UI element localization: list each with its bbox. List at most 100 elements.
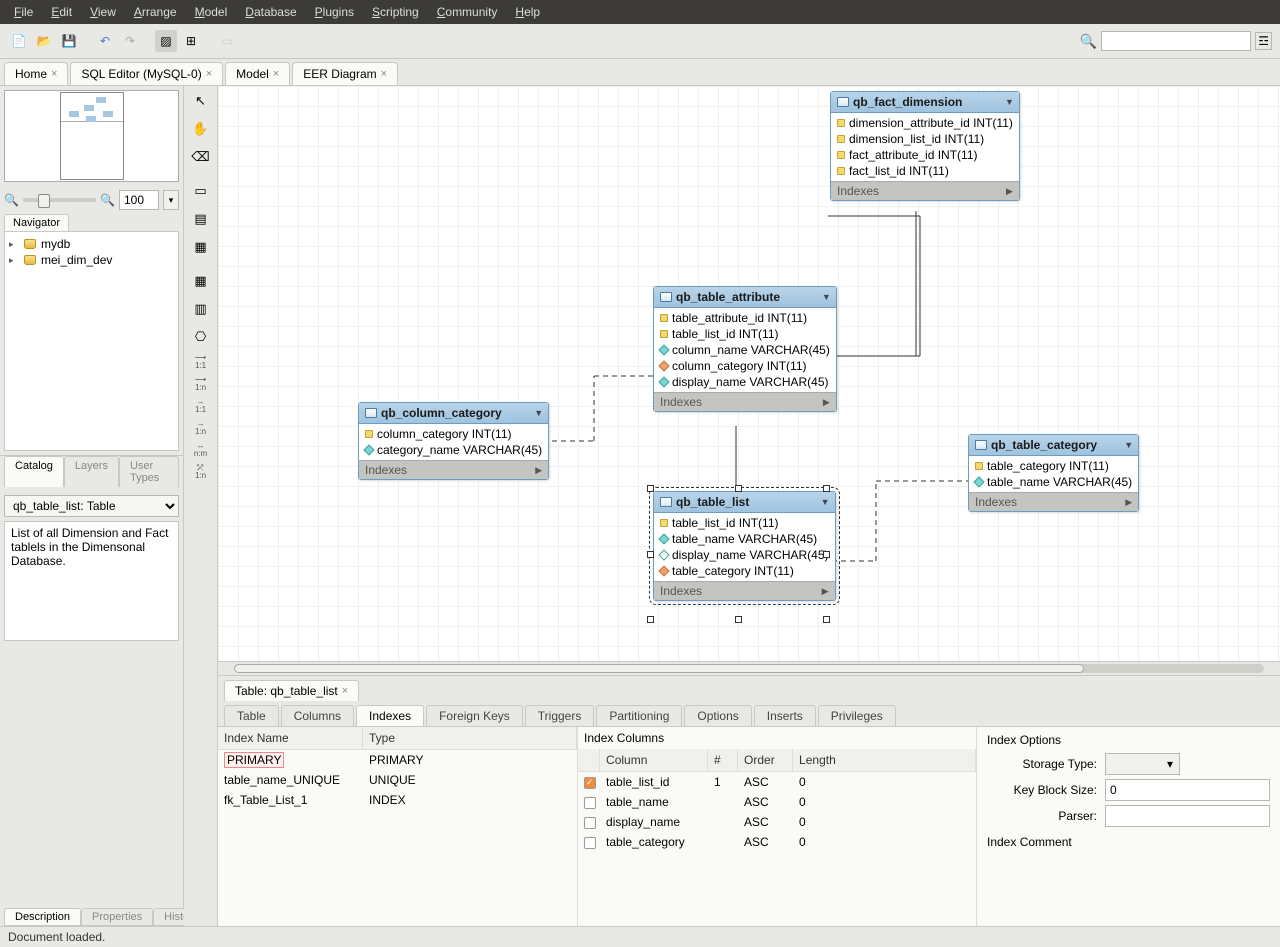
indexes-section[interactable]: Indexes▶ (359, 460, 548, 479)
entity-header[interactable]: qb_fact_dimension▼ (831, 92, 1019, 113)
redo-icon[interactable]: ↷ (119, 30, 141, 52)
index-column-row[interactable]: table_list_id1ASC0 (578, 772, 976, 792)
entity-table_attribute[interactable]: qb_table_attribute▼table_attribute_id IN… (653, 286, 837, 412)
entity-column_category[interactable]: qb_column_category▼ column_category INT(1… (358, 402, 549, 480)
entity-header[interactable]: qb_table_attribute▼ (654, 287, 836, 308)
editor-subtab[interactable]: Table (224, 705, 279, 726)
close-icon[interactable]: × (273, 68, 279, 80)
zoom-input[interactable] (119, 190, 159, 210)
menu-community[interactable]: Community (429, 2, 506, 22)
column-row[interactable]: table_list_id INT(11) (654, 326, 836, 342)
tree-item[interactable]: ▸mydb (9, 236, 174, 252)
indexes-section[interactable]: Indexes▶ (831, 181, 1019, 200)
entity-header[interactable]: qb_table_category▼ (969, 435, 1138, 456)
editor-subtab[interactable]: Foreign Keys (426, 705, 523, 726)
editor-subtab[interactable]: Inserts (754, 705, 816, 726)
rel-1-n-id-tool[interactable]: →1:n (187, 420, 215, 436)
zoom-slider[interactable] (23, 198, 96, 202)
rel-n-m-tool[interactable]: ↔n:m (187, 442, 215, 458)
search-icon[interactable]: 🔍 (1080, 33, 1097, 50)
index-column-row[interactable]: display_nameASC0 (578, 812, 976, 832)
tree-item[interactable]: ▸mei_dim_dev (9, 252, 174, 268)
key-block-size-input[interactable] (1105, 779, 1270, 801)
doc-tab[interactable]: Model × (225, 62, 290, 85)
menu-file[interactable]: File (6, 2, 41, 22)
checkbox[interactable] (584, 777, 596, 789)
column-row[interactable]: column_category INT(11) (359, 426, 548, 442)
image-tool[interactable]: ▦ (190, 236, 212, 258)
menu-database[interactable]: Database (237, 2, 304, 22)
column-row[interactable]: dimension_attribute_id INT(11) (831, 115, 1019, 131)
table-tool[interactable]: ▦ (190, 270, 212, 292)
entity-table_list[interactable]: qb_table_list▼table_list_id INT(11)table… (653, 491, 836, 601)
column-row[interactable]: display_name VARCHAR(45) (654, 547, 835, 563)
new-file-icon[interactable]: 📄 (8, 30, 30, 52)
editor-subtab[interactable]: Triggers (525, 705, 595, 726)
doc-tab[interactable]: EER Diagram × (292, 62, 398, 85)
entity-fact_dimension[interactable]: qb_fact_dimension▼ dimension_attribute_id… (830, 91, 1020, 201)
index-row[interactable]: fk_Table_List_1INDEX (218, 790, 577, 810)
checkbox[interactable] (584, 797, 596, 809)
layer-tool[interactable]: ▭ (190, 180, 212, 202)
editor-subtab[interactable]: Options (684, 705, 751, 726)
canvas-horizontal-scrollbar[interactable] (218, 661, 1280, 675)
column-row[interactable]: column_category INT(11) (654, 358, 836, 374)
panel-tab[interactable]: Properties (81, 908, 153, 926)
editor-subtab[interactable]: Indexes (356, 705, 424, 726)
hand-tool[interactable]: ✋ (190, 118, 212, 140)
zoom-dropdown[interactable]: ▾ (163, 190, 179, 210)
save-icon[interactable]: 💾 (58, 30, 80, 52)
close-icon[interactable]: × (51, 68, 57, 80)
indexes-section[interactable]: Indexes▶ (969, 492, 1138, 511)
entity-header[interactable]: qb_table_list▼ (654, 492, 835, 513)
pointer-tool[interactable]: ↖ (190, 90, 212, 112)
column-row[interactable]: table_category INT(11) (969, 458, 1138, 474)
close-icon[interactable]: × (342, 685, 348, 697)
align-icon[interactable]: ⊞ (180, 30, 202, 52)
open-file-icon[interactable]: 📂 (33, 30, 55, 52)
index-column-row[interactable]: table_nameASC0 (578, 792, 976, 812)
column-row[interactable]: column_name VARCHAR(45) (654, 342, 836, 358)
column-row[interactable]: category_name VARCHAR(45) (359, 442, 548, 458)
toggle-grid-icon[interactable]: ▨ (155, 30, 177, 52)
column-row[interactable]: dimension_list_id INT(11) (831, 131, 1019, 147)
entity-header[interactable]: qb_column_category▼ (359, 403, 548, 424)
rel-1-n-tool[interactable]: ⟶1:n (187, 376, 215, 392)
model-minimap[interactable] (4, 90, 179, 182)
column-row[interactable]: table_name VARCHAR(45) (654, 531, 835, 547)
entity-table_category[interactable]: qb_table_category▼ table_category INT(11)… (968, 434, 1139, 512)
column-row[interactable]: table_category INT(11) (654, 563, 835, 579)
column-row[interactable]: table_list_id INT(11) (654, 515, 835, 531)
menu-edit[interactable]: Edit (43, 2, 80, 22)
column-row[interactable]: display_name VARCHAR(45) (654, 374, 836, 390)
index-row[interactable]: PRIMARYPRIMARY (218, 750, 577, 770)
checkbox[interactable] (584, 837, 596, 849)
close-icon[interactable]: × (381, 68, 387, 80)
column-row[interactable]: fact_list_id INT(11) (831, 163, 1019, 179)
navigator-tab[interactable]: Navigator (4, 214, 69, 231)
index-row[interactable]: table_name_UNIQUEUNIQUE (218, 770, 577, 790)
catalog-tab[interactable]: Layers (64, 456, 119, 487)
rel-1-1-tool[interactable]: ⟶1:1 (187, 354, 215, 370)
routine-group-tool[interactable]: ⎔ (190, 326, 212, 348)
search-input[interactable] (1101, 31, 1251, 51)
view-tool[interactable]: ▥ (190, 298, 212, 320)
checkbox[interactable] (584, 817, 596, 829)
notation-icon[interactable]: ▭ (216, 30, 238, 52)
note-tool[interactable]: ▤ (190, 208, 212, 230)
rel-1-1-id-tool[interactable]: →1:1 (187, 398, 215, 414)
editor-subtab[interactable]: Privileges (818, 705, 896, 726)
zoom-out-icon[interactable]: 🔍 (4, 193, 19, 207)
collapse-icon[interactable]: ▼ (822, 292, 831, 302)
object-description[interactable]: List of all Dimension and Fact tablels i… (4, 521, 179, 641)
editor-tab[interactable]: Table: qb_table_list× (224, 680, 359, 701)
zoom-in-icon[interactable]: 🔍 (100, 193, 115, 207)
panel-tab[interactable]: Description (4, 908, 81, 926)
search-options-icon[interactable]: ☲ (1255, 32, 1272, 50)
close-icon[interactable]: × (206, 68, 212, 80)
parser-input[interactable] (1105, 805, 1270, 827)
editor-subtab[interactable]: Columns (281, 705, 354, 726)
menu-arrange[interactable]: Arrange (126, 2, 185, 22)
storage-type-dropdown[interactable]: ▾ (1105, 753, 1180, 775)
doc-tab[interactable]: Home × (4, 62, 68, 85)
